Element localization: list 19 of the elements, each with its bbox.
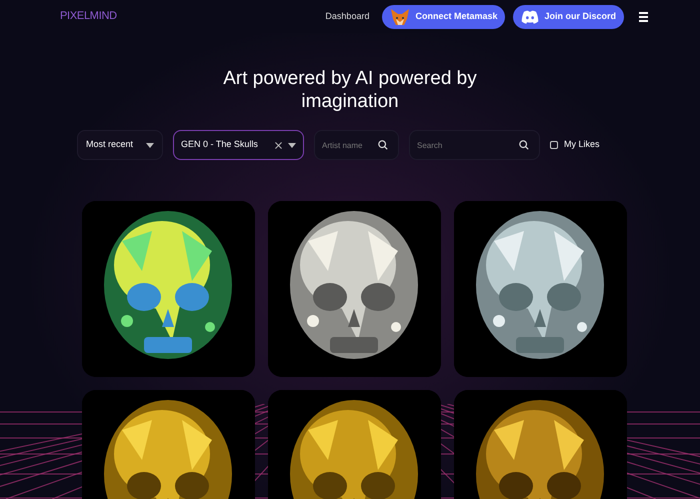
discord-button[interactable]: Join our Discord xyxy=(513,4,624,28)
artist-field[interactable]: Artist name xyxy=(314,130,399,160)
menu-icon[interactable] xyxy=(639,12,648,22)
search-icon xyxy=(519,140,529,150)
search-field[interactable]: Search xyxy=(409,130,540,160)
discord-icon xyxy=(521,10,540,24)
logo[interactable]: PIXELMIND xyxy=(60,8,117,25)
checkbox[interactable] xyxy=(550,141,558,149)
connect-wallet-button[interactable]: Connect Metamask xyxy=(382,4,506,28)
caret-icon xyxy=(146,142,154,148)
nav-link[interactable]: Dashboard xyxy=(325,10,370,24)
caret-icon xyxy=(288,142,296,148)
headline: Art powered by AI powered by imagination xyxy=(222,67,478,113)
sort-dropdown[interactable]: Most recent xyxy=(77,130,163,160)
fox-icon xyxy=(390,6,410,26)
collection-dropdown[interactable]: GEN 0 - The Skulls xyxy=(173,130,304,160)
clear-icon[interactable] xyxy=(275,142,282,148)
checkbox-label: My Likes xyxy=(564,138,600,152)
search-icon xyxy=(378,140,388,150)
